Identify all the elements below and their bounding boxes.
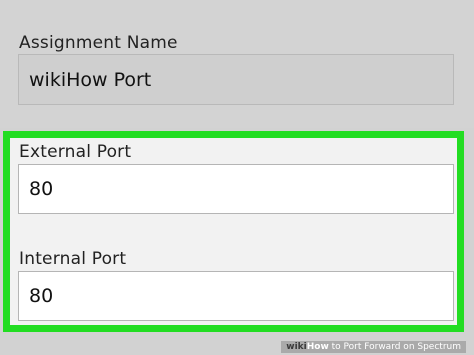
internal-port-field[interactable]: 80 bbox=[18, 271, 454, 321]
watermark-brand: wiki bbox=[286, 342, 307, 352]
assignment-section: Assignment Name wikiHow Port bbox=[0, 0, 474, 128]
external-port-label: External Port bbox=[19, 142, 132, 162]
internal-port-label: Internal Port bbox=[19, 249, 127, 269]
watermark-title: to Port Forward on Spectrum bbox=[328, 342, 461, 352]
assignment-name-field[interactable]: wikiHow Port bbox=[18, 54, 454, 105]
assignment-name-label: Assignment Name bbox=[19, 33, 178, 53]
external-port-field[interactable]: 80 bbox=[18, 164, 454, 214]
watermark-brand-bold: How bbox=[306, 342, 329, 352]
port-forward-form: Assignment Name wikiHow Port External Po… bbox=[0, 0, 474, 355]
watermark-caption: wikiHow to Port Forward on Spectrum bbox=[281, 341, 466, 353]
